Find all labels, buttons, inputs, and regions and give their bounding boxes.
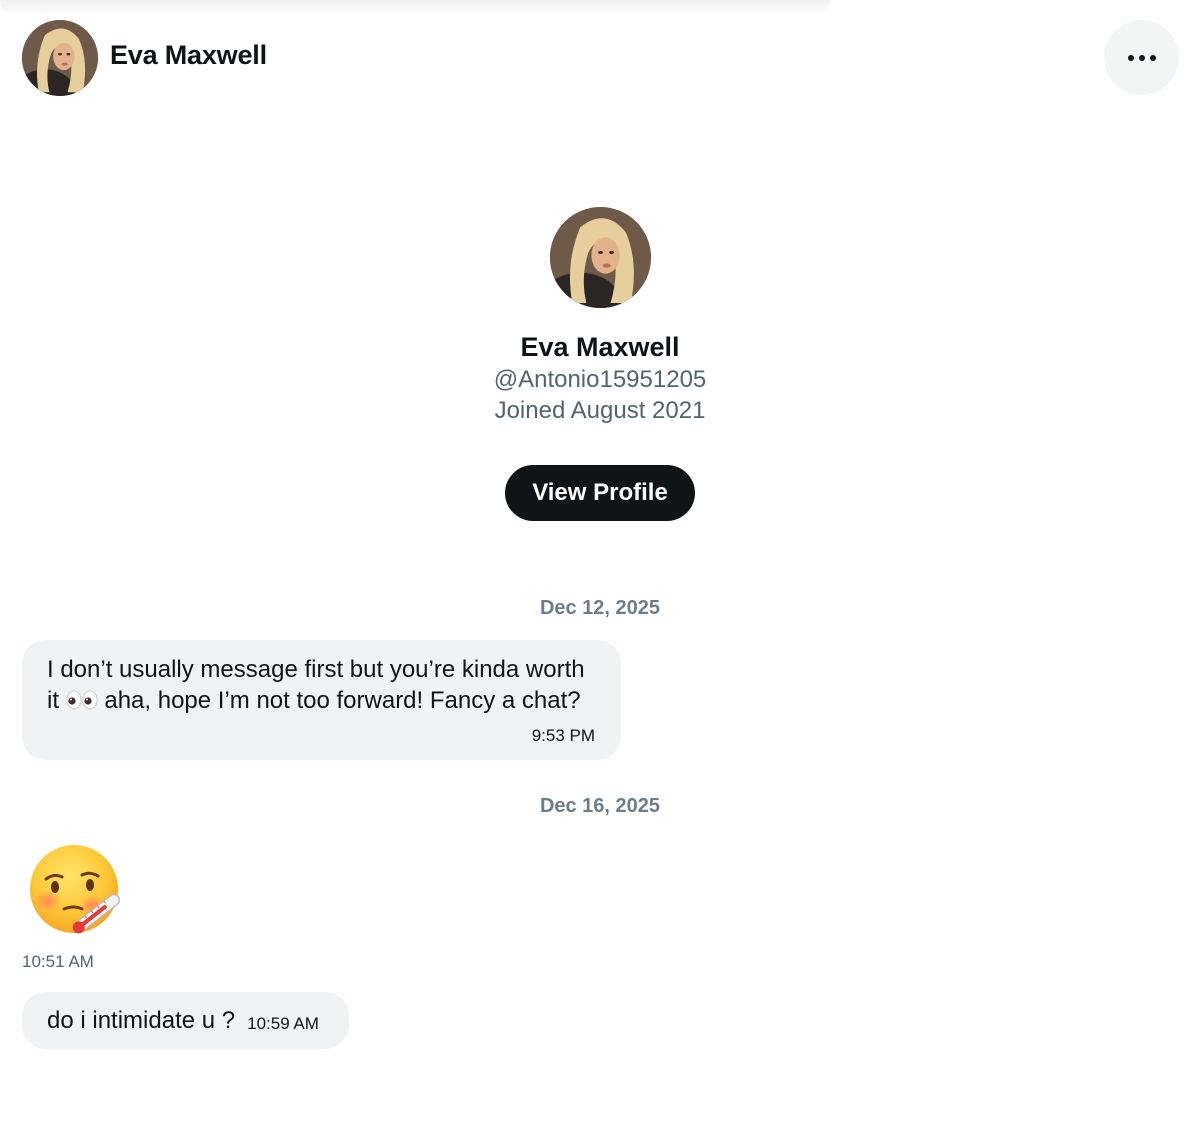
contact-avatar[interactable]: [22, 20, 98, 96]
face-with-thermometer-emoji-icon: [30, 845, 120, 934]
profile-handle: @Antonio15951205: [493, 366, 707, 393]
message-timestamp: 9:53 PM: [531, 726, 595, 745]
message-bubble[interactable]: I don’t usually message first but you’re…: [22, 640, 621, 760]
message-timestamp: 10:51 AM: [22, 952, 94, 971]
message-bubble[interactable]: do i intimidate u ? 10:59 AM: [22, 992, 349, 1049]
more-options-button[interactable]: [1104, 20, 1179, 95]
eyes-emoji-icon: [66, 690, 98, 710]
message-timestamp: 10:59 AM: [247, 1013, 319, 1033]
message-text: I don’t usually message first but you’re…: [47, 656, 585, 714]
emoji-message[interactable]: [28, 843, 128, 939]
profile-avatar[interactable]: [550, 207, 651, 308]
date-separator: Dec 16, 2025: [539, 795, 661, 817]
date-separator: Dec 12, 2025: [539, 597, 661, 619]
view-profile-button[interactable]: View Profile: [505, 465, 695, 521]
more-horizontal-icon: [1127, 54, 1134, 61]
profile-name: Eva Maxwell: [520, 332, 680, 362]
conversation-header: Eva Maxwell: [0, 0, 1200, 112]
header-contact-name[interactable]: Eva Maxwell: [110, 40, 267, 71]
message-text: do i intimidate u ?: [47, 1006, 236, 1034]
profile-joined-date: Joined August 2021: [494, 397, 706, 424]
header-shadow: [0, 0, 830, 16]
dm-conversation-page: Eva Maxwell Eva Maxwell @Antonio15951205…: [0, 0, 1200, 1133]
